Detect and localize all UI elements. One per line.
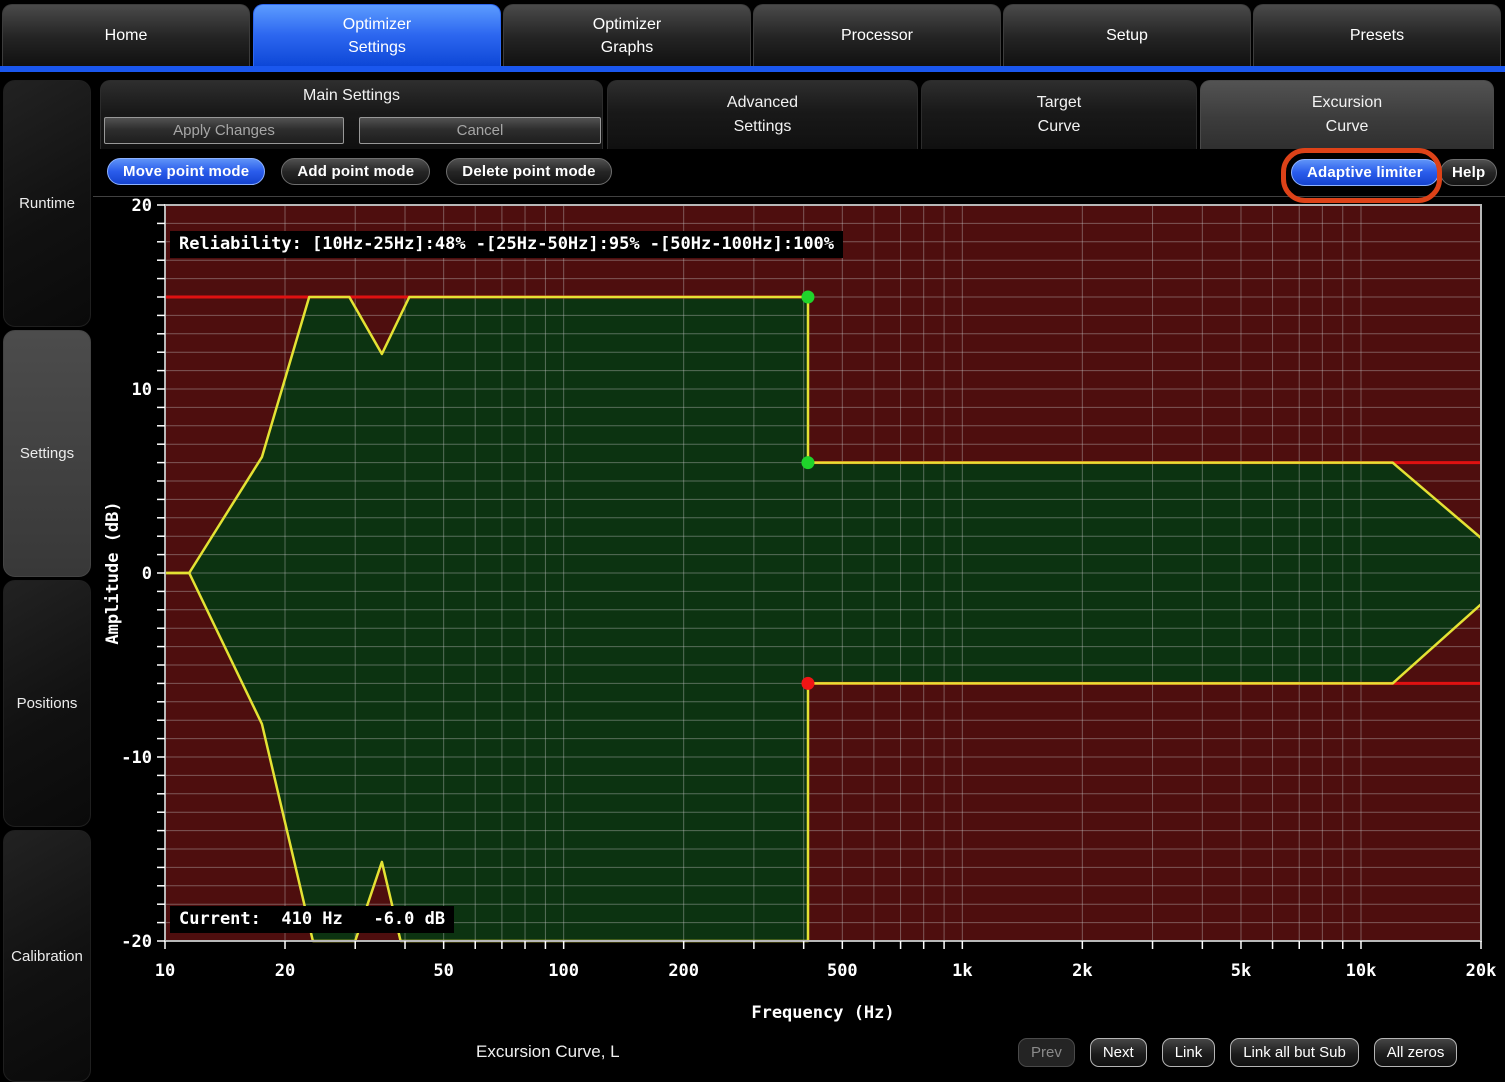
curve-point-marker[interactable] <box>801 677 814 690</box>
subtab-excursion-curve[interactable]: Excursion Curve <box>1200 80 1494 149</box>
nav-tab-presets[interactable]: Presets <box>1253 4 1501 67</box>
mode-toolbar: Move point mode Add point mode Delete po… <box>107 158 612 185</box>
move-point-mode-button[interactable]: Move point mode <box>107 158 265 185</box>
subtab-advanced-settings[interactable]: Advanced Settings <box>607 80 918 149</box>
prev-button[interactable]: Prev <box>1018 1038 1075 1067</box>
x-tick-label: 500 <box>827 961 858 981</box>
x-tick-label: 5k <box>1231 961 1251 981</box>
nav-tab-home[interactable]: Home <box>2 4 250 67</box>
nav-tab-optimizer-graphs[interactable]: Optimizer Graphs <box>503 4 751 67</box>
x-tick-label: 2k <box>1072 961 1092 981</box>
x-tick-label: 20k <box>1466 961 1497 981</box>
curve-point-marker[interactable] <box>801 291 814 304</box>
subtab-main-settings[interactable]: Main Settings Apply Changes Cancel <box>100 80 603 149</box>
x-tick-label: 10k <box>1346 961 1377 981</box>
sidebar-item-settings[interactable]: Settings <box>3 330 91 577</box>
subtab-target-curve[interactable]: Target Curve <box>921 80 1197 149</box>
next-button[interactable]: Next <box>1090 1038 1147 1067</box>
y-tick-label: -20 <box>121 932 152 952</box>
y-axis-title: Amplitude (dB) <box>103 501 123 644</box>
adaptive-limiter-button[interactable]: Adaptive limiter <box>1291 159 1439 186</box>
link-button[interactable]: Link <box>1162 1038 1216 1067</box>
nav-tab-setup[interactable]: Setup <box>1003 4 1251 67</box>
x-tick-label: 20 <box>275 961 295 981</box>
chart-title: Excursion Curve, L <box>476 1042 620 1062</box>
sidebar-item-runtime[interactable]: Runtime <box>3 80 91 327</box>
delete-point-mode-button[interactable]: Delete point mode <box>446 158 611 185</box>
nav-tab-optimizer-settings[interactable]: Optimizer Settings <box>253 4 501 67</box>
main-settings-title: Main Settings <box>303 87 400 105</box>
active-tab-underline <box>0 66 1505 72</box>
curve-point-marker[interactable] <box>801 456 814 469</box>
apply-changes-button[interactable]: Apply Changes <box>104 117 344 144</box>
x-axis-title: Frequency (Hz) <box>751 1003 894 1023</box>
add-point-mode-button[interactable]: Add point mode <box>281 158 430 185</box>
y-tick-label: -10 <box>121 748 152 768</box>
sidebar-item-positions[interactable]: Positions <box>3 580 91 827</box>
help-button[interactable]: Help <box>1440 159 1497 186</box>
x-tick-label: 100 <box>548 961 579 981</box>
y-tick-label: 20 <box>132 196 152 216</box>
x-tick-label: 10 <box>155 961 175 981</box>
cancel-button[interactable]: Cancel <box>359 117 601 144</box>
reliability-readout: Reliability: [10Hz-25Hz]:48% -[25Hz-50Hz… <box>170 231 843 258</box>
x-tick-label: 50 <box>433 961 453 981</box>
nav-tab-processor[interactable]: Processor <box>753 4 1001 67</box>
y-tick-label: 0 <box>142 564 152 584</box>
sidebar-item-calibration[interactable]: Calibration <box>3 830 91 1082</box>
current-point-readout: Current: 410 Hz -6.0 dB <box>170 906 454 933</box>
x-tick-label: 200 <box>668 961 699 981</box>
all-zeros-button[interactable]: All zeros <box>1374 1038 1458 1067</box>
x-tick-label: 1k <box>952 961 972 981</box>
link-all-but-sub-button[interactable]: Link all but Sub <box>1230 1038 1359 1067</box>
footer-button-row: Prev Next Link Link all but Sub All zero… <box>1018 1038 1457 1067</box>
y-tick-label: 10 <box>132 380 152 400</box>
